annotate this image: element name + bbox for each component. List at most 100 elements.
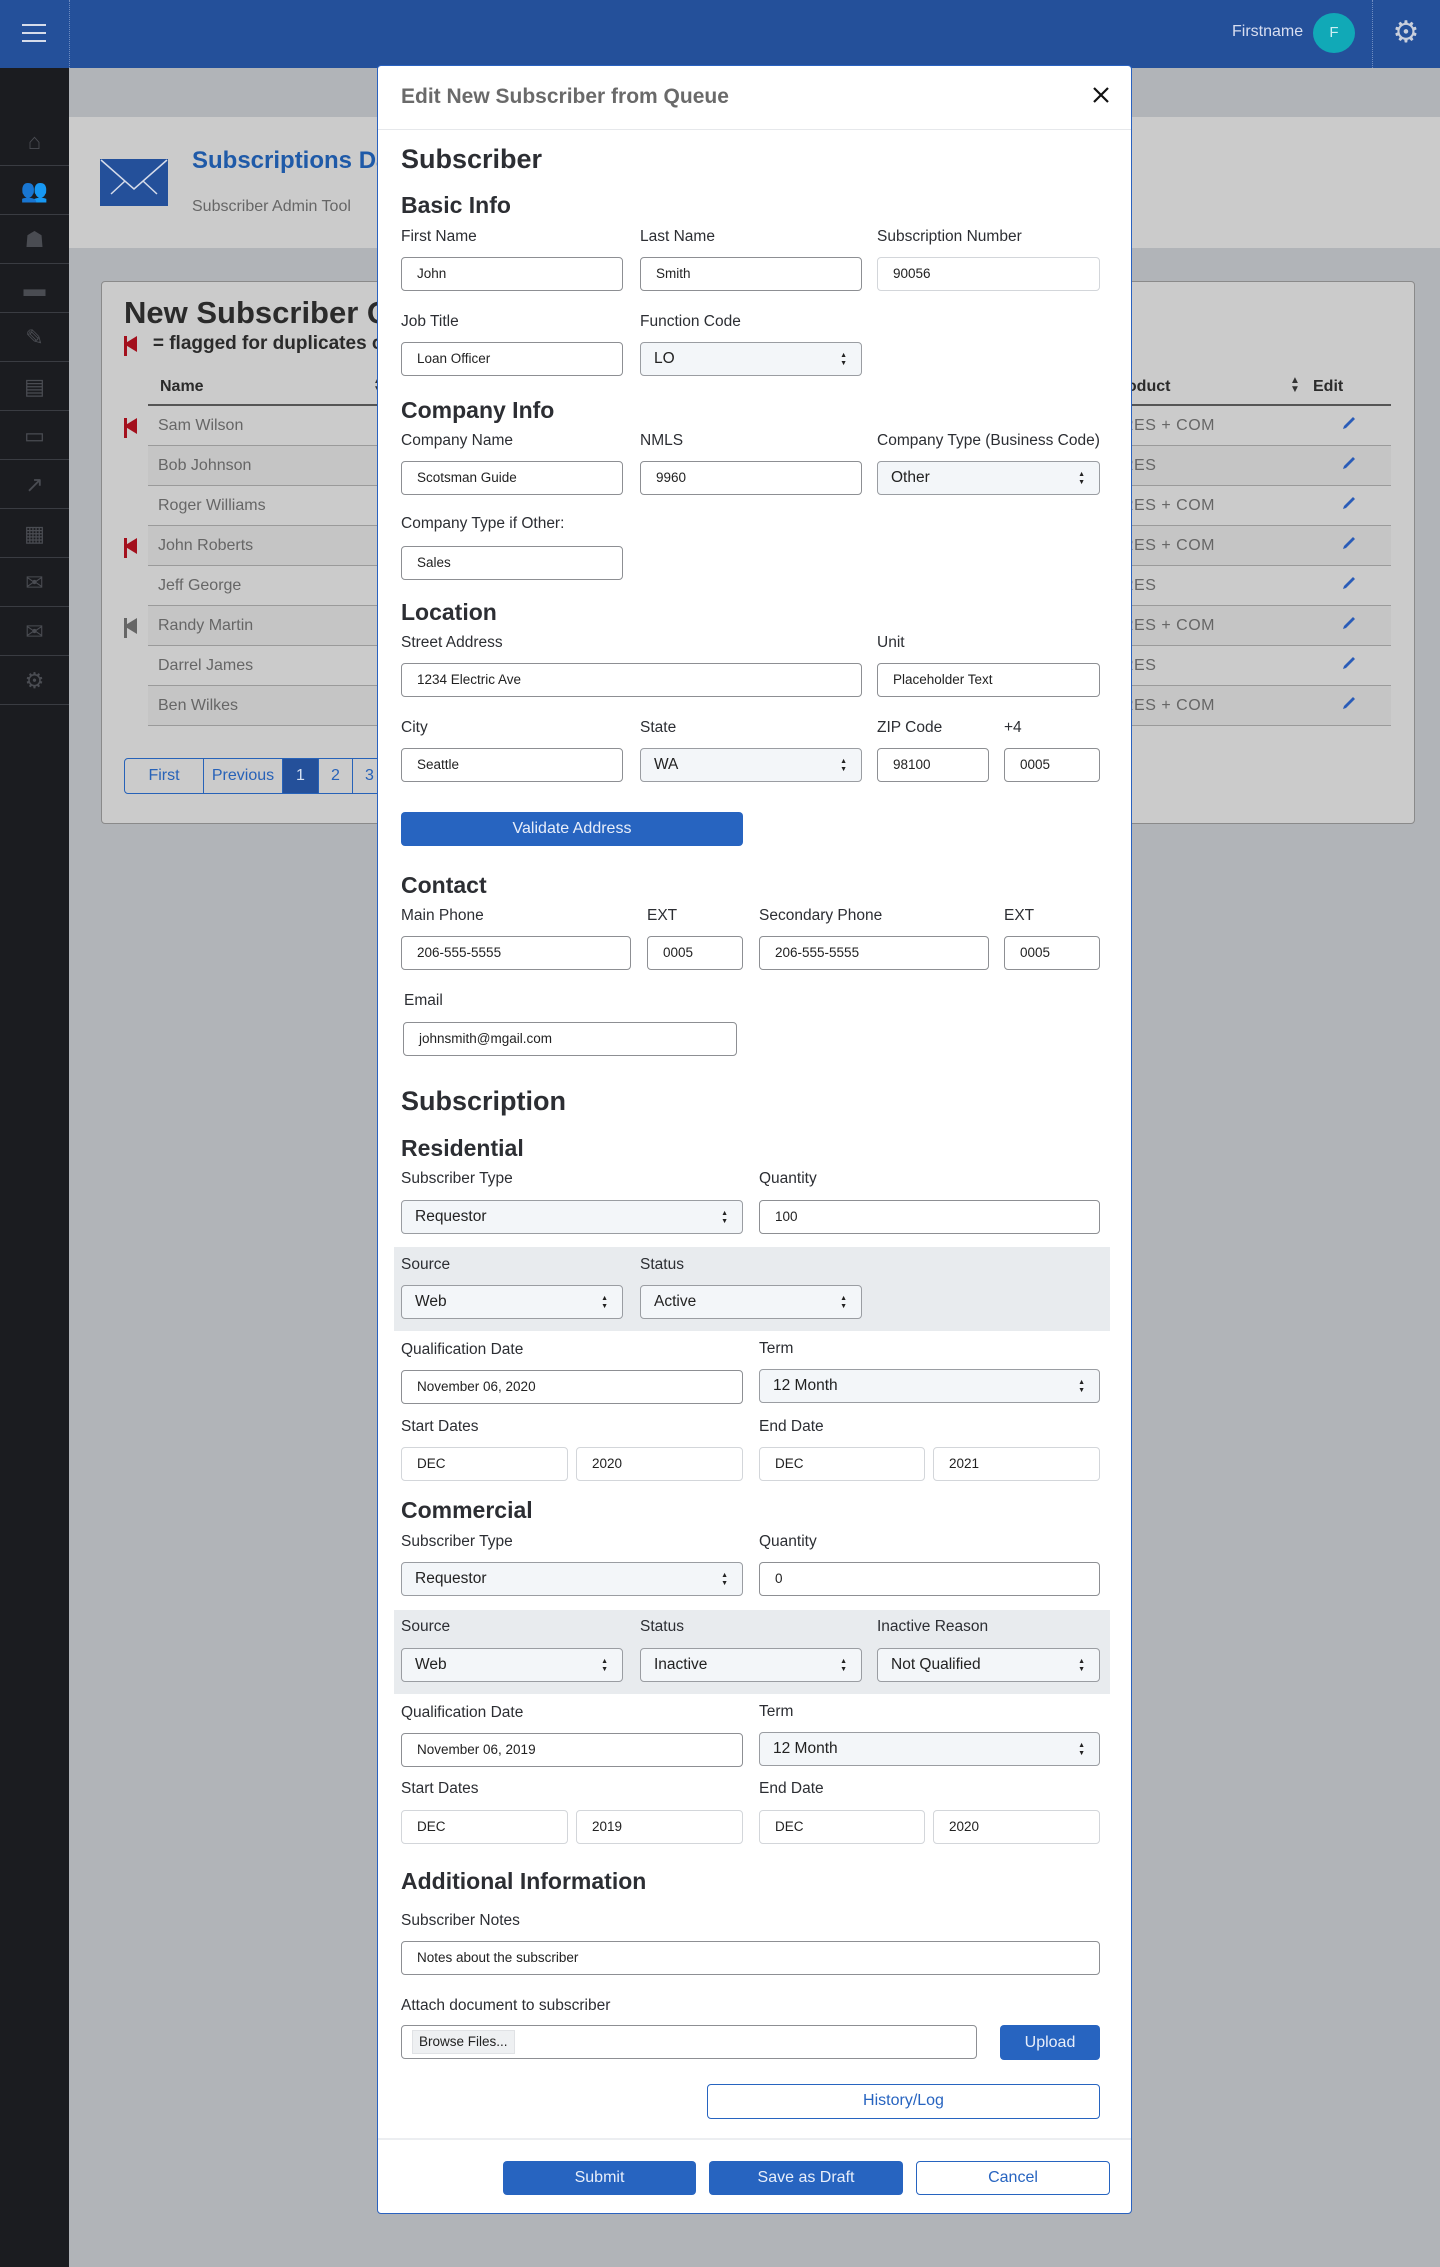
com-end-month-input[interactable]: DEC [759,1810,925,1844]
edit-pencil-icon[interactable] [1341,495,1357,511]
res-end-month-input[interactable]: DEC [759,1447,925,1481]
main-phone-input[interactable]: 206-555-5555 [401,936,631,970]
section-company-info: Company Info [401,397,555,423]
email-label: Email [404,992,443,1009]
file-input[interactable]: Browse Files... [401,2025,977,2059]
pencil-icon[interactable]: ✎ [0,313,69,362]
res-term-label: Term [759,1340,794,1357]
com-quantity-input[interactable]: 0 [759,1562,1100,1596]
select-arrows-icon: ▲ ▼ [840,1658,847,1673]
users-icon[interactable]: 👥 [0,166,69,215]
secondary-phone-label: Secondary Phone [759,907,883,924]
submit-button[interactable]: Submit [503,2161,696,2195]
res-term-select[interactable]: 12 Month ▲ ▼ [759,1369,1100,1403]
section-additional-info: Additional Information [401,1868,647,1894]
nmls-input[interactable]: 9960 [640,461,862,495]
com-qual-date-input[interactable]: November 06, 2019 [401,1733,743,1767]
select-value: Requestor [415,1208,487,1225]
browse-files-button[interactable]: Browse Files... [412,2030,515,2054]
attach-label: Attach document to subscriber [401,1997,611,2014]
company-type-select[interactable]: Other ▲ ▼ [877,461,1100,495]
city-input[interactable]: Seattle [401,748,623,782]
upload-button[interactable]: Upload [1000,2025,1100,2060]
edit-pencil-icon[interactable] [1341,415,1357,431]
street-input[interactable]: 1234 Electric Ave [401,663,862,697]
company-name-input[interactable]: Scotsman Guide [401,461,623,495]
res-end-year-input[interactable]: 2021 [933,1447,1100,1481]
edit-pencil-icon[interactable] [1341,455,1357,471]
com-end-year-input[interactable]: 2020 [933,1810,1100,1844]
secondary-phone-input[interactable]: 206-555-5555 [759,936,989,970]
page-2[interactable]: 2 [319,759,353,793]
avatar[interactable]: F [1313,13,1355,53]
settings-gear-icon[interactable]: ⚙ [1390,17,1422,49]
edit-pencil-icon[interactable] [1341,535,1357,551]
ext2-input[interactable]: 0005 [1004,936,1100,970]
company-type-other-input[interactable]: Sales [401,546,623,580]
edit-pencil-icon[interactable] [1341,615,1357,631]
com-term-select[interactable]: 12 Month ▲ ▼ [759,1732,1100,1766]
res-qual-date-input[interactable]: November 06, 2020 [401,1370,743,1404]
res-subscriber-type-select[interactable]: Requestor ▲ ▼ [401,1200,743,1234]
save-draft-button[interactable]: Save as Draft [709,2161,903,2195]
plus4-input[interactable]: 0005 [1004,748,1100,782]
select-arrows-icon: ▲ ▼ [840,352,847,367]
column-name[interactable]: Name [160,378,204,396]
select-arrows-icon: ▲ ▼ [721,1572,728,1587]
subscriber-name: Ben Wilkes [158,697,239,714]
ext-input[interactable]: 0005 [647,936,743,970]
page-previous[interactable]: Previous [204,759,283,793]
com-subscriber-type-select[interactable]: Requestor ▲ ▼ [401,1562,743,1596]
calendar-icon[interactable]: ▭ [0,411,69,460]
close-icon[interactable] [1086,80,1116,110]
res-status-select[interactable]: Active ▲ ▼ [640,1285,862,1319]
first-name-input[interactable]: John [401,257,623,291]
state-select[interactable]: WA ▲ ▼ [640,748,862,782]
com-start-year-input[interactable]: 2019 [576,1810,743,1844]
com-status-select[interactable]: Inactive ▲ ▼ [640,1648,862,1682]
calculator-icon[interactable]: ▦ [0,509,69,558]
last-name-input[interactable]: Smith [640,257,862,291]
com-source-select[interactable]: Web ▲ ▼ [401,1648,623,1682]
product: RES + COM [1122,497,1215,514]
trend-icon[interactable]: ↗ [0,460,69,509]
sidebar: ⌂ 👥 ☗ ▬ ✎ ▤ ▭ ↗ ▦ ✉ ✉ ⚙ [0,68,69,2267]
page-first[interactable]: First [125,759,204,793]
divider [1372,0,1373,68]
history-log-button[interactable]: History/Log [707,2084,1100,2119]
city-label: City [401,719,428,736]
mail-icon[interactable]: ✉ [0,558,69,607]
award-icon[interactable]: ☗ [0,215,69,264]
res-start-month-input[interactable]: DEC [401,1447,568,1481]
section-location: Location [401,599,497,625]
zip-input[interactable]: 98100 [877,748,989,782]
edit-pencil-icon[interactable] [1341,575,1357,591]
sort-icon[interactable]: ▲▼ [1290,376,1300,395]
unit-label: Unit [877,634,905,651]
unit-input[interactable]: Placeholder Text [877,663,1100,697]
function-code-select[interactable]: LO ▲ ▼ [640,342,862,376]
edit-pencil-icon[interactable] [1341,695,1357,711]
select-value: Not Qualified [891,1656,981,1673]
res-quantity-input[interactable]: 100 [759,1200,1100,1234]
job-title-input[interactable]: Loan Officer [401,342,623,376]
edit-pencil-icon[interactable] [1341,655,1357,671]
ext-label: EXT [647,907,678,924]
email-input[interactable]: johnsmith@mgail.com [403,1022,737,1056]
subscription-number-input[interactable]: 90056 [877,257,1100,291]
res-start-year-input[interactable]: 2020 [576,1447,743,1481]
inactive-reason-select[interactable]: Not Qualified ▲ ▼ [877,1648,1100,1682]
briefcase-icon[interactable]: ▬ [0,264,69,313]
page-1[interactable]: 1 [283,759,319,793]
notes-input[interactable]: Notes about the subscriber [401,1941,1100,1975]
gear-icon[interactable]: ⚙ [0,656,69,705]
res-end-label: End Date [759,1418,824,1435]
home-icon[interactable]: ⌂ [0,117,69,166]
document-icon[interactable]: ▤ [0,362,69,411]
cancel-button[interactable]: Cancel [916,2161,1110,2195]
mail-icon[interactable]: ✉ [0,607,69,656]
com-start-month-input[interactable]: DEC [401,1810,568,1844]
res-source-select[interactable]: Web ▲ ▼ [401,1285,623,1319]
validate-address-button[interactable]: Validate Address [401,812,743,846]
hamburger-menu-icon[interactable] [22,24,46,42]
